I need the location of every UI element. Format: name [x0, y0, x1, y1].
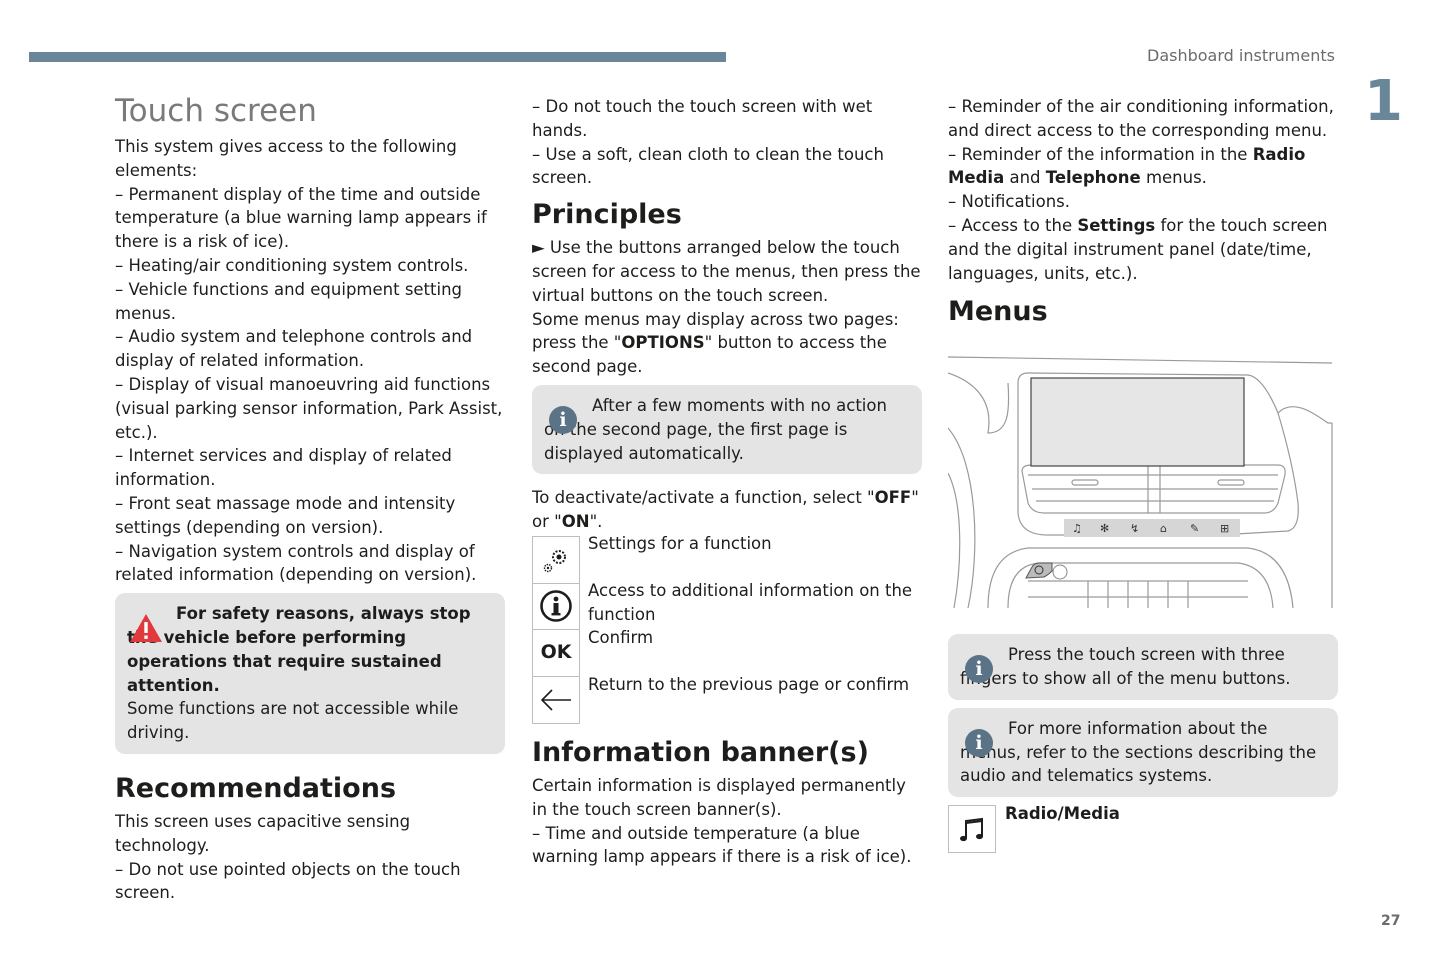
info-circle-icon [532, 582, 580, 630]
list-item: – Reminder of the air conditioning infor… [948, 97, 1334, 140]
info-text: After a few moments with no action on th… [544, 395, 887, 463]
info-icon: i [965, 655, 993, 684]
icon-description: Settings for a function [588, 533, 772, 553]
info-box: i Press the touch screen with three fing… [948, 634, 1338, 700]
warning-triangle-icon [130, 614, 162, 643]
list-item: – Permanent display of the time and outs… [115, 184, 487, 252]
warning-text: Some functions are not accessible while … [127, 699, 459, 743]
list-item: – Audio system and telephone controls an… [115, 327, 473, 371]
climate-button-icon: ✻ [1100, 522, 1109, 535]
column-2: – Do not touch the touch screen with wet… [532, 95, 922, 869]
info-box: i For more information about the menus, … [948, 707, 1338, 798]
music-note-button-icon: ♫ [1072, 522, 1082, 535]
banner-heading: Information banner(s) [532, 736, 869, 768]
info-text: Press the touch screen with three finger… [960, 645, 1291, 688]
principles-text: ► Use the buttons arranged below the tou… [532, 238, 921, 305]
phone-button-icon: ✎ [1190, 522, 1199, 535]
list-item: – Use a soft, clean cloth to clean the t… [532, 144, 884, 188]
deactivate-text: To deactivate/activate a function, selec… [532, 488, 919, 532]
radio-media-label: Radio/Media [1005, 804, 1120, 824]
recommendations-heading: Recommendations [115, 772, 397, 804]
info-text: For more information about the menus, re… [960, 718, 1317, 786]
radio-media-menu-entry: Radio/Media [948, 804, 1338, 854]
info-icon: i [965, 728, 993, 757]
icon-description: Return to the previous page or confirm [588, 674, 910, 694]
principles-heading: Principles [532, 199, 682, 231]
page-number: 27 [1381, 913, 1401, 929]
list-item: – Do not use pointed objects on the touc… [115, 859, 461, 903]
icon-row: OK Confirm [532, 628, 922, 677]
safety-warning-box: For safety reasons, always stop the vehi… [115, 593, 505, 754]
info-box: i After a few moments with no action on … [532, 384, 922, 475]
section-title: Dashboard instruments [1147, 46, 1335, 65]
icon-description: Confirm [588, 627, 654, 647]
column-3: – Reminder of the air conditioning infor… [947, 95, 1338, 854]
vehicle-button-icon: ⌂ [1160, 522, 1167, 535]
ok-icon: OK [532, 629, 580, 677]
settings-gears-icon [532, 535, 580, 584]
icon-row: Access to additional information on the … [532, 581, 922, 630]
list-item: – Time and outside temperature (a blue w… [532, 823, 912, 867]
page-title: Touch screen [115, 93, 317, 129]
list-item: – Front seat massage mode and intensity … [115, 493, 456, 537]
banner-text: Certain information is displayed permane… [532, 775, 906, 819]
menus-heading: Menus [948, 296, 1048, 328]
info-icon: i [549, 405, 577, 434]
chapter-number: 1 [1364, 69, 1403, 134]
header-bar [29, 52, 726, 62]
list-item: – Display of visual manoeuvring aid func… [115, 374, 503, 442]
dashboard-illustration: ♫ ✻ ↯ ⌂ ✎ ⊞ [947, 356, 1333, 609]
icon-row: Settings for a function [532, 534, 922, 584]
column-1: Touch screen This system gives access to… [115, 95, 505, 905]
warning-bold-text: For safety reasons, always stop the vehi… [127, 604, 471, 695]
list-item: – Reminder of the information in the Rad… [948, 144, 1306, 188]
icon-legend: Settings for a function Access to additi… [532, 534, 922, 724]
list-item: – Navigation system controls and display… [115, 541, 477, 585]
list-item: – Vehicle functions and equipment settin… [115, 279, 463, 323]
apps-button-icon: ⊞ [1220, 522, 1229, 535]
rec-text: This screen uses capacitive sensing tech… [115, 811, 411, 855]
list-item: – Heating/air conditioning system contro… [115, 255, 469, 275]
back-arrow-icon [532, 676, 580, 724]
list-item: – Internet services and display of relat… [115, 446, 452, 490]
list-item: – Notifications. [948, 192, 1071, 212]
music-note-icon [948, 805, 996, 854]
driving-aids-button-icon: ↯ [1130, 522, 1139, 535]
icon-description: Access to additional information on the … [588, 580, 913, 624]
list-item: – Do not touch the touch screen with wet… [532, 97, 873, 140]
icon-row: Return to the previous page or confirm [532, 675, 922, 724]
principles-options-text: Some menus may display across two pages:… [532, 309, 899, 377]
list-item: – Access to the Settings for the touch s… [948, 215, 1328, 283]
intro-text: This system gives access to the followin… [115, 137, 457, 180]
